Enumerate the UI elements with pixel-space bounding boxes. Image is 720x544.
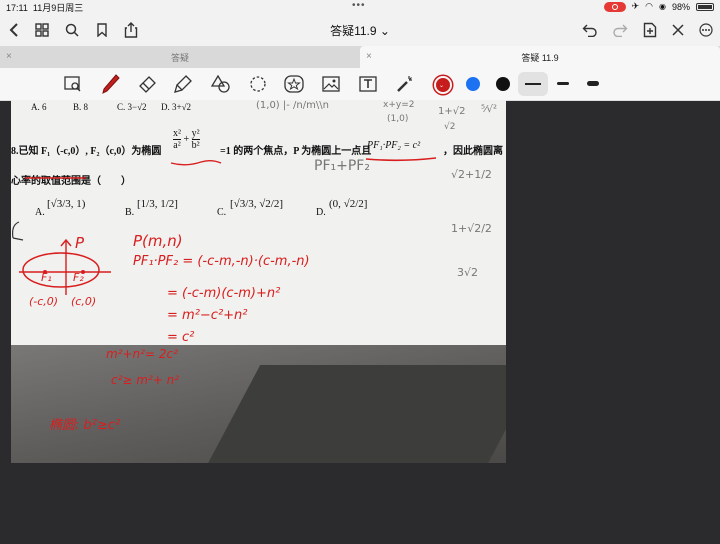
black-color-swatch[interactable] — [496, 77, 510, 91]
status-time: 17:11 — [6, 3, 28, 13]
image-icon[interactable] — [320, 73, 342, 95]
ink-step-1: = (-c-m)(c-m)+n² — [167, 286, 281, 301]
screen-recording-icon[interactable] — [603, 1, 626, 12]
tab-bar: × 答疑 × 答疑 11.9 — [0, 46, 720, 68]
ink-bottom-1: m²+n²= 2c² — [106, 347, 178, 361]
close-tab-icon[interactable]: × — [6, 51, 12, 62]
lasso-icon[interactable] — [247, 73, 269, 95]
tab-answers[interactable]: × 答疑 — [0, 46, 360, 68]
more-icon[interactable] — [696, 20, 716, 40]
zoom-image-icon[interactable] — [62, 73, 84, 95]
battery-percent: 98% — [671, 1, 690, 12]
ink-dot-product: PF₁·PF₂ = (-c-m,-n)·(c-m,-n) — [133, 254, 310, 269]
close-icon[interactable] — [668, 20, 688, 40]
status-time-date: 17:11 11月9日周三 — [6, 1, 83, 14]
sticker-icon[interactable] — [283, 73, 305, 95]
document-page[interactable]: A. 6 B. 8 C. 3−√2 D. 3+√2 (1,0) |- /n/m\… — [11, 100, 506, 463]
drawing-toolbar: ⌄ — [0, 68, 720, 101]
wifi-icon: ◠ — [645, 1, 653, 11]
ink-label-p: P — [75, 234, 85, 252]
document-title-text: 答疑11.9 — [330, 24, 377, 38]
airplane-icon: ✈ — [631, 1, 640, 11]
ink-f2: F₂ — [73, 271, 84, 284]
document-title[interactable]: 答疑11.9 ⌄ — [330, 24, 390, 38]
bookmark-icon[interactable] — [92, 20, 112, 40]
search-icon[interactable] — [62, 20, 82, 40]
close-tab-icon[interactable]: × — [366, 51, 372, 62]
multitask-dots-icon[interactable]: ••• — [352, 0, 366, 11]
blue-color-swatch[interactable] — [466, 77, 480, 91]
eraser-icon[interactable] — [136, 73, 158, 95]
thin-stroke-option[interactable] — [518, 72, 548, 96]
tab-label: 答疑 11.9 — [521, 52, 559, 63]
laser-icon[interactable] — [394, 73, 416, 95]
status-bar: 17:11 11月9日周三 ••• ✈ ◠ ◉ 98% — [0, 0, 720, 14]
thick-stroke-option[interactable] — [587, 81, 599, 86]
ink-bottom-3: 椭圆: b²≥c² — [49, 418, 121, 433]
share-icon[interactable] — [121, 20, 141, 40]
medium-stroke-option[interactable] — [557, 82, 569, 85]
photo-shadow — [11, 345, 506, 463]
tab-answers-11-9[interactable]: × 答疑 11.9 — [360, 46, 720, 68]
nav-bar: 答疑11.9 ⌄ — [0, 14, 720, 46]
highlighter-icon[interactable] — [172, 73, 194, 95]
back-icon[interactable] — [4, 20, 24, 40]
ink-bottom-2: c²≥ m²+ n² — [111, 373, 180, 387]
redo-icon[interactable] — [610, 20, 630, 40]
battery-icon — [696, 2, 714, 11]
chevron-down-icon[interactable]: ⌄ — [380, 24, 390, 38]
tab-label: 答疑 — [170, 52, 189, 63]
ink-point-p: P(m,n) — [133, 232, 183, 250]
ink-coord-f2: (c,0) — [71, 295, 97, 308]
shapes-icon[interactable] — [210, 73, 232, 95]
ink-step-3: = c² — [167, 330, 195, 345]
ink-f1: F₁ — [41, 271, 52, 284]
pen-icon[interactable] — [100, 73, 122, 95]
status-date: 11月9日周三 — [32, 3, 84, 13]
selected-chevron-icon: ⌄ — [439, 83, 445, 89]
add-page-icon[interactable] — [640, 20, 660, 40]
text-icon[interactable] — [357, 73, 379, 95]
ink-step-2: = m²−c²+n² — [167, 308, 248, 323]
ink-coord-f1: (-c,0) — [29, 295, 59, 308]
grid-icon[interactable] — [32, 20, 52, 40]
undo-icon[interactable] — [580, 20, 600, 40]
location-icon: ◉ — [659, 2, 666, 11]
